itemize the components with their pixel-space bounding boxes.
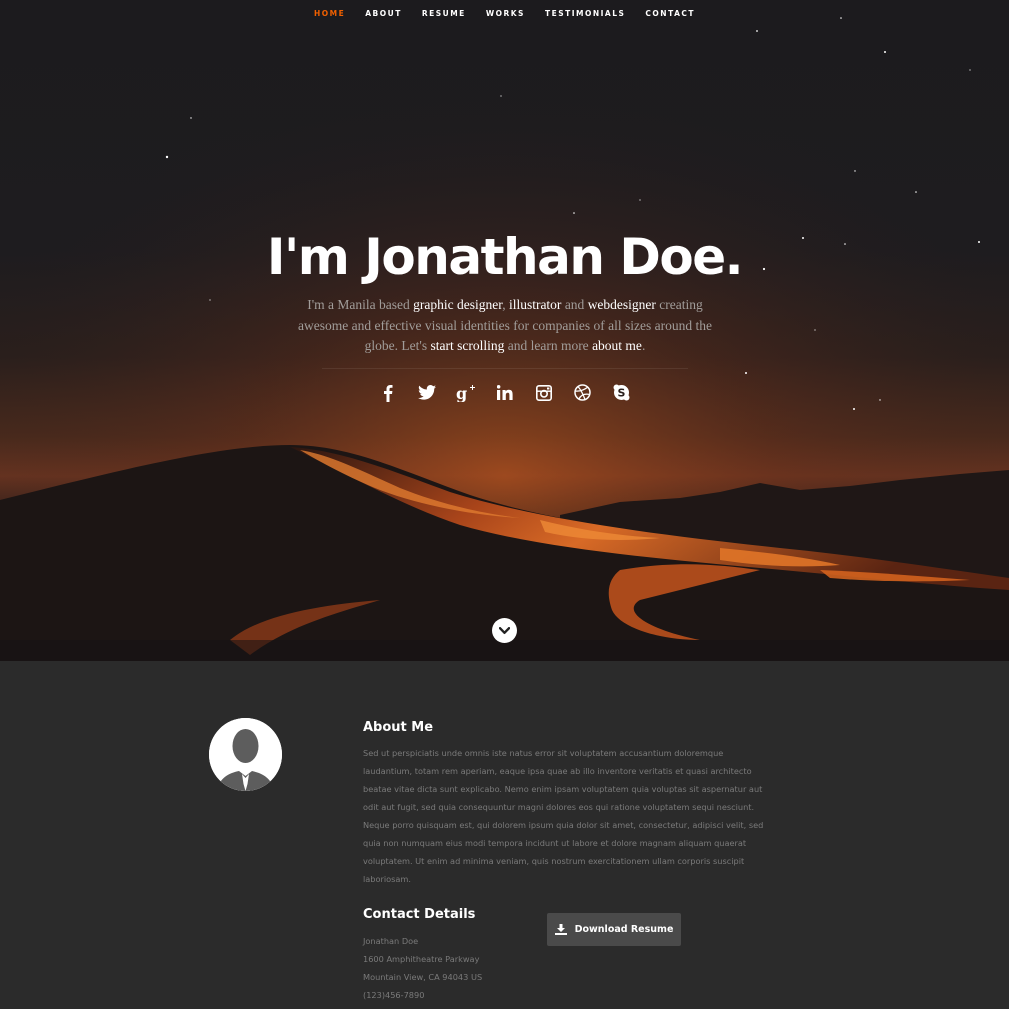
about-me-link[interactable]: about me [592, 338, 642, 353]
contact-details: Jonathan Doe 1600 Amphitheatre Parkway M… [363, 932, 543, 1004]
nav-about[interactable]: ABOUT [356, 0, 411, 28]
nav-testimonials[interactable]: TESTIMONIALS [536, 0, 634, 28]
skype-icon[interactable]: S [610, 381, 633, 404]
download-icon [554, 924, 567, 935]
desc-text: I'm a Manila based [307, 297, 414, 312]
contact-phone: (123)456-7890 [363, 990, 425, 1000]
desc-highlight-graphic-designer: graphic designer [413, 297, 503, 312]
desc-text: and learn more [504, 338, 593, 353]
chevron-down-icon [499, 626, 510, 634]
hero-section: HOME ABOUT RESUME WORKS TESTIMONIALS CON… [0, 0, 1009, 661]
contact-address-line2: Mountain View, CA 94043 US [363, 972, 483, 982]
dribbble-icon[interactable] [571, 381, 594, 404]
download-resume-label: Download Resume [574, 924, 674, 935]
hero-title: I'm Jonathan Doe. [266, 228, 744, 286]
about-title: About Me [363, 720, 434, 735]
hero-divider [322, 368, 688, 369]
scroll-down-button[interactable] [492, 618, 517, 643]
contact-title: Contact Details [363, 907, 476, 922]
social-links: g S [0, 381, 1009, 404]
svg-text:g: g [456, 384, 467, 402]
desc-text: and [561, 297, 588, 312]
svg-text:S: S [618, 387, 626, 400]
nav-resume[interactable]: RESUME [413, 0, 475, 28]
contact-address-line1: 1600 Amphitheatre Parkway [363, 954, 480, 964]
desc-text: , [502, 297, 509, 312]
nav-home[interactable]: HOME [305, 0, 354, 28]
nav-works[interactable]: WORKS [477, 0, 534, 28]
hero-description: I'm a Manila based graphic designer, ill… [284, 295, 726, 357]
user-avatar-icon [209, 718, 282, 791]
nav-contact[interactable]: CONTACT [636, 0, 704, 28]
about-section: About Me Sed ut perspiciatis unde omnis … [0, 661, 1009, 1009]
desc-text: . [641, 338, 646, 353]
google-plus-icon[interactable]: g [454, 381, 477, 404]
instagram-icon[interactable] [532, 381, 555, 404]
facebook-icon[interactable] [376, 381, 399, 404]
download-resume-button[interactable]: Download Resume [547, 913, 681, 946]
twitter-icon[interactable] [415, 381, 438, 404]
linkedin-icon[interactable] [493, 381, 516, 404]
contact-name: Jonathan Doe [363, 936, 419, 946]
desc-highlight-illustrator: illustrator [508, 297, 562, 312]
desc-highlight-webdesigner: webdesigner [587, 297, 656, 312]
start-scrolling-link[interactable]: start scrolling [430, 338, 504, 353]
main-nav: HOME ABOUT RESUME WORKS TESTIMONIALS CON… [0, 0, 1009, 28]
about-text: Sed ut perspiciatis unde omnis iste natu… [363, 748, 764, 884]
profile-avatar [209, 718, 282, 791]
